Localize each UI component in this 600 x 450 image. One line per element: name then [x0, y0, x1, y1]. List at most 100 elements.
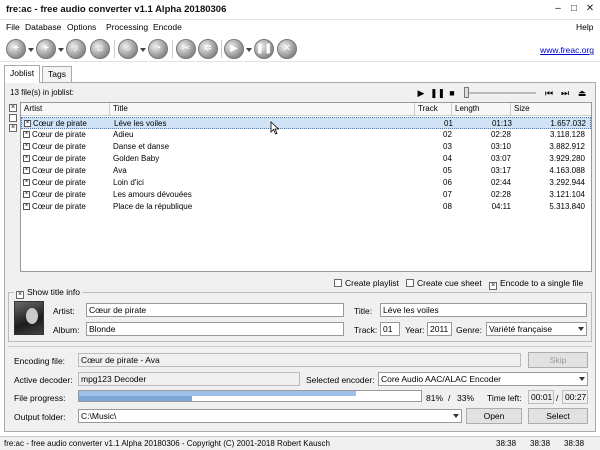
window-title: fre:ac - free audio converter v1.1 Alpha…: [6, 4, 227, 15]
create-playlist-option[interactable]: Create playlist: [334, 278, 399, 288]
select-button[interactable]: Select: [528, 408, 588, 424]
table-row[interactable]: × Cœur de pirate Place de la république 08 0…: [21, 201, 591, 213]
row-title: Danse et danse: [113, 142, 170, 151]
album-field[interactable]: Blonde: [86, 322, 344, 336]
table-row[interactable]: × Cœur de pirate Ava 05 03:17 4.163.088: [21, 165, 591, 177]
title-label: Title:: [354, 306, 373, 316]
menu-processing[interactable]: Processing: [106, 22, 148, 32]
remove-icon[interactable]: ♪: [66, 39, 86, 59]
row-checkbox[interactable]: ×: [23, 203, 30, 210]
cddb-dropdown-icon[interactable]: [140, 48, 146, 52]
table-row[interactable]: × Cœur de pirate Adieu 02 02:28 3.118.128: [21, 129, 591, 141]
play-icon[interactable]: ▶: [415, 87, 427, 99]
menu-encode[interactable]: Encode: [153, 22, 182, 32]
add-folder-dropdown-icon[interactable]: [58, 48, 64, 52]
menu-options[interactable]: Options: [67, 22, 96, 32]
row-checkbox[interactable]: ×: [23, 155, 30, 162]
header-title[interactable]: Title: [113, 104, 128, 113]
config-icon[interactable]: ✂: [176, 39, 196, 59]
table-row[interactable]: × Cœur de pirate Léve les voiles 01 01:13 1.6…: [21, 117, 591, 129]
stop-playback-icon[interactable]: ■: [446, 87, 458, 99]
table-row[interactable]: × Cœur de pirate Loin d'ici 06 02:44 3.292.94…: [21, 177, 591, 189]
add-files-dropdown-icon[interactable]: [28, 48, 34, 52]
status-time-1: 38:38: [496, 439, 517, 448]
row-length: 02:28: [490, 190, 511, 199]
skip-button[interactable]: Skip: [528, 352, 588, 368]
row-title: Adieu: [113, 130, 134, 139]
encoder-select[interactable]: Core Audio AAC/ALAC Encoder: [378, 372, 588, 386]
minimize-button[interactable]: –: [550, 1, 566, 17]
year-field[interactable]: 2011: [427, 322, 452, 336]
stop-icon[interactable]: ✕: [277, 39, 297, 59]
create-cue-option[interactable]: Create cue sheet: [406, 278, 482, 288]
progress-bar: [78, 390, 422, 402]
row-checkbox[interactable]: ×: [23, 179, 30, 186]
next-track-icon[interactable]: ⏭: [559, 87, 571, 99]
menu-database[interactable]: Database: [25, 22, 61, 32]
select-none-checkbox[interactable]: [9, 114, 17, 122]
show-title-info-checkbox[interactable]: ×: [16, 291, 24, 299]
menu-file[interactable]: File: [6, 22, 20, 32]
row-track: 04: [443, 154, 452, 163]
cddb-query-icon[interactable]: ○: [118, 39, 138, 59]
header-length[interactable]: Length: [455, 104, 479, 113]
active-decoder-label: Active decoder:: [14, 375, 73, 385]
status-text: fre:ac - free audio converter v1.1 Alpha…: [4, 439, 330, 448]
time-left-field: 00:01: [528, 390, 554, 404]
track-field[interactable]: 01: [380, 322, 400, 336]
row-checkbox[interactable]: ×: [23, 131, 30, 138]
select-all-checkbox[interactable]: ×: [9, 104, 17, 112]
row-length: 01:13: [491, 119, 512, 128]
playback-slider[interactable]: [464, 92, 536, 94]
header-track[interactable]: Track: [418, 104, 438, 113]
pause-playback-icon[interactable]: ❚❚: [430, 87, 445, 99]
table-row[interactable]: × Cœur de pirate Les amours dévouées 07 02:2…: [21, 189, 591, 201]
maximize-button[interactable]: □: [566, 1, 582, 17]
settings-icon[interactable]: ✲: [198, 39, 218, 59]
genre-select[interactable]: Variété française: [486, 322, 587, 336]
add-folder-icon[interactable]: +: [36, 39, 56, 59]
file-count: 13 file(s) in joblist:: [10, 88, 75, 97]
menu-help[interactable]: Help: [576, 22, 593, 32]
title-field[interactable]: Léve les voiles: [380, 303, 587, 317]
row-checkbox[interactable]: ×: [23, 167, 30, 174]
row-track: 06: [443, 178, 452, 187]
tab-joblist[interactable]: Joblist: [4, 65, 41, 83]
tab-tags[interactable]: Tags: [42, 66, 72, 82]
eject-icon[interactable]: ⏏: [576, 87, 588, 99]
row-title: Ava: [113, 166, 127, 175]
output-folder-select[interactable]: C:\Music\: [78, 409, 462, 423]
show-title-info-toggle[interactable]: × Show title info: [14, 287, 82, 299]
website-link[interactable]: www.freac.org: [540, 45, 594, 55]
close-button[interactable]: ✕: [582, 1, 598, 17]
pause-icon[interactable]: ❚❚: [254, 39, 274, 59]
encoding-file-label: Encoding file:: [14, 356, 66, 366]
play-encode-icon[interactable]: ▶: [224, 39, 244, 59]
joblist-table[interactable]: Artist Title Track Length Size × Cœur de …: [20, 102, 592, 272]
cddb-submit-icon[interactable]: ◔: [148, 39, 168, 59]
table-row[interactable]: × Cœur de pirate Golden Baby 04 03:07 3.929.2…: [21, 153, 591, 165]
previous-track-icon[interactable]: ⏮: [543, 87, 555, 99]
row-checkbox[interactable]: ×: [23, 143, 30, 150]
single-file-option[interactable]: × Encode to a single file: [489, 278, 583, 290]
toggle-selection-checkbox[interactable]: ×: [9, 124, 17, 132]
playback-slider-thumb[interactable]: [464, 87, 469, 98]
chevron-down-icon: [579, 377, 585, 381]
header-artist[interactable]: Artist: [24, 104, 42, 113]
add-files-icon[interactable]: +: [6, 39, 26, 59]
row-track: 02: [443, 130, 452, 139]
create-cue-checkbox[interactable]: [406, 279, 414, 287]
create-playlist-checkbox[interactable]: [334, 279, 342, 287]
title-bar: fre:ac - free audio converter v1.1 Alpha…: [0, 0, 600, 20]
open-button[interactable]: Open: [466, 408, 522, 424]
clear-icon[interactable]: ♫: [90, 39, 110, 59]
encode-dropdown-icon[interactable]: [246, 48, 252, 52]
artist-field[interactable]: Cœur de pirate: [86, 303, 344, 317]
row-checkbox[interactable]: ×: [24, 120, 31, 127]
single-file-checkbox[interactable]: ×: [489, 282, 497, 290]
header-size[interactable]: Size: [514, 104, 530, 113]
row-artist: Cœur de pirate: [32, 190, 86, 199]
row-artist: Cœur de pirate: [32, 202, 86, 211]
table-row[interactable]: × Cœur de pirate Danse et danse 03 03:10 3.88…: [21, 141, 591, 153]
row-checkbox[interactable]: ×: [23, 191, 30, 198]
